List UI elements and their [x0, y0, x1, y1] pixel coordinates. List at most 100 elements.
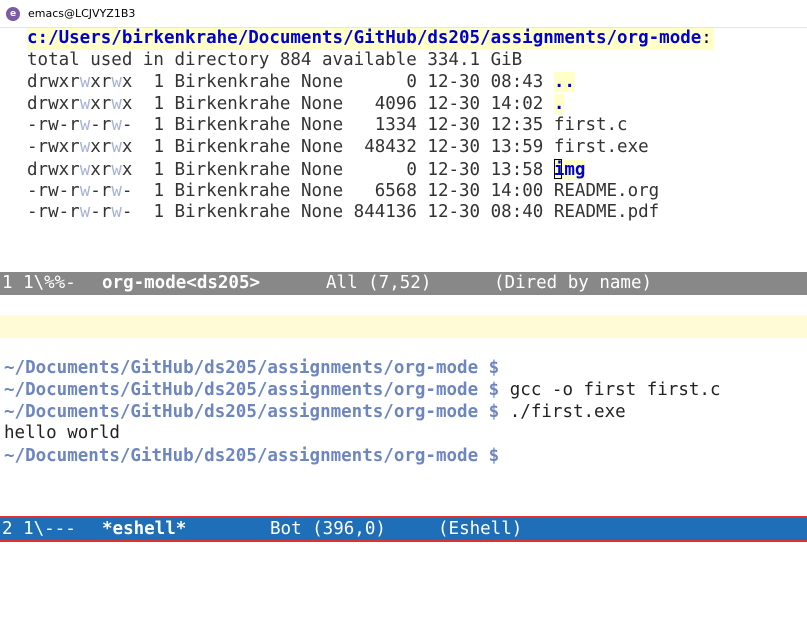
dired-header-colon: :	[701, 28, 712, 48]
text-cursor	[509, 445, 518, 465]
perm-part: w	[79, 115, 91, 136]
perm-part: w	[111, 115, 122, 136]
file-permissions: drwxrwxrwx	[27, 160, 132, 180]
modeline-position: All (7,52)	[326, 273, 432, 293]
file-permissions: -rw-rw-rw-	[27, 115, 132, 135]
perm-part: w	[79, 180, 91, 201]
eshell-prompt: ~/Documents/GitHub/ds205/assignments/org…	[4, 358, 479, 378]
perm-part: x	[121, 93, 133, 114]
perm-part: xr	[90, 159, 112, 180]
perm-part: w	[111, 159, 122, 180]
eshell-output: hello world	[4, 423, 120, 443]
file-permissions: -rw-rw-rw-	[27, 181, 132, 201]
text-cursor	[553, 158, 562, 179]
modeline-buffer-name[interactable]: org-mode<ds205>	[102, 273, 260, 295]
perm-part: x	[121, 159, 133, 180]
eshell-prompt-sign: $	[488, 380, 500, 400]
file-permissions: -rw-rw-rw-	[27, 202, 132, 222]
file-info: 1 Birkenkrahe None 48432 12-30 13:59	[132, 137, 554, 158]
highlight-line	[0, 315, 807, 338]
eshell-line: ~/Documents/GitHub/ds205/assignments/org…	[4, 358, 499, 380]
file-name[interactable]: first.c	[554, 115, 628, 135]
perm-part: w	[111, 180, 122, 201]
file-info: 1 Birkenkrahe None 6568 12-30 14:00	[132, 180, 554, 201]
perm-part: -r	[90, 180, 112, 201]
dired-entry[interactable]: drwxrwxrwx 1 Birkenkrahe None 0 12-30 13…	[27, 158, 586, 182]
eshell-prompt: ~/Documents/GitHub/ds205/assignments/org…	[4, 402, 479, 422]
perm-part: -rw-r	[27, 202, 80, 223]
file-permissions: drwxrwxrwx	[27, 72, 132, 92]
perm-part: drwxr	[27, 93, 80, 114]
perm-part: w	[111, 137, 122, 158]
file-name[interactable]: first.exe	[554, 137, 649, 157]
file-name[interactable]: README.pdf	[554, 202, 659, 222]
eshell-prompt-sign: $	[488, 402, 500, 422]
perm-part: w	[79, 93, 91, 114]
modeline-state: 1 1\%%-	[2, 273, 76, 293]
window-titlebar: e emacs@LCJVYZ1B3	[0, 0, 807, 28]
perm-part: -r	[90, 202, 112, 223]
dired-entry[interactable]: -rw-rw-rw- 1 Birkenkrahe None 844136 12-…	[27, 202, 659, 224]
modeline-state: 2 1\---	[2, 519, 76, 539]
eshell-current-line[interactable]: ~/Documents/GitHub/ds205/assignments/org…	[4, 445, 518, 468]
modeline-mode[interactable]: (Eshell)	[438, 519, 522, 541]
perm-part: -rw-r	[27, 115, 80, 136]
modeline-position: Bot (396,0)	[270, 519, 386, 539]
eshell-buffer[interactable]: ~/Documents/GitHub/ds205/assignments/org…	[0, 350, 807, 516]
dired-entry[interactable]: -rw-rw-rw- 1 Birkenkrahe None 1334 12-30…	[27, 115, 628, 137]
eshell-prompt: ~/Documents/GitHub/ds205/assignments/org…	[4, 380, 479, 400]
modeline-mode[interactable]: (Dired by name)	[494, 273, 652, 295]
emacs-icon: e	[6, 7, 20, 21]
modeline-eshell[interactable]: 2 1\--- *eshell* Bot (396,0) (Eshell)	[0, 516, 807, 542]
perm-part: drwxr	[27, 72, 80, 92]
window-title: emacs@LCJVYZ1B3	[28, 7, 136, 20]
perm-part: -rw-r	[27, 180, 80, 201]
eshell-line: ~/Documents/GitHub/ds205/assignments/org…	[4, 402, 626, 424]
dired-header: c:/Users/birkenkrahe/Documents/GitHub/ds…	[27, 28, 714, 50]
perm-part: w	[79, 137, 91, 158]
eshell-command: ./first.exe	[509, 402, 626, 422]
perm-part: xr	[90, 72, 112, 92]
dired-total-line: total used in directory 884 available 33…	[27, 50, 523, 70]
eshell-command: gcc -o first first.c	[509, 380, 721, 400]
eshell-prompt-sign: $	[488, 446, 500, 466]
eshell-line: ~/Documents/GitHub/ds205/assignments/org…	[4, 380, 720, 402]
perm-part: -	[121, 115, 133, 136]
minibuffer[interactable]	[0, 542, 807, 560]
file-name[interactable]: ..	[553, 72, 575, 92]
file-name[interactable]: .	[553, 93, 565, 114]
dired-entry[interactable]: -rw-rw-rw- 1 Birkenkrahe None 6568 12-30…	[27, 181, 659, 203]
file-info: 1 Birkenkrahe None 0 12-30 08:43	[132, 72, 554, 92]
file-permissions: -rwxrwxrwx	[27, 137, 132, 157]
dired-header-path: c:/Users/birkenkrahe/Documents/GitHub/ds…	[27, 28, 702, 48]
perm-part: -r	[90, 115, 112, 136]
eshell-prompt: ~/Documents/GitHub/ds205/assignments/org…	[4, 446, 479, 466]
perm-part: x	[121, 72, 133, 92]
perm-part: w	[111, 93, 122, 114]
perm-part: -	[121, 180, 133, 201]
perm-part: w	[111, 202, 122, 223]
perm-part: drwxr	[27, 159, 80, 180]
perm-part: xr	[90, 93, 112, 114]
file-name[interactable]: README.org	[554, 181, 659, 201]
file-info: 1 Birkenkrahe None 844136 12-30 08:40	[132, 202, 554, 223]
dired-entry[interactable]: drwxrwxrwx 1 Birkenkrahe None 0 12-30 08…	[27, 72, 575, 94]
modeline-buffer-name[interactable]: *eshell*	[102, 519, 186, 541]
file-info: 1 Birkenkrahe None 0 12-30 13:58	[132, 159, 554, 180]
perm-part: -	[121, 202, 133, 223]
dired-buffer[interactable]: c:/Users/birkenkrahe/Documents/GitHub/ds…	[0, 28, 807, 272]
perm-part: w	[79, 202, 91, 223]
file-info: 1 Birkenkrahe None 4096 12-30 14:02	[132, 93, 554, 114]
perm-part: w	[111, 72, 122, 92]
perm-part: w	[79, 159, 91, 180]
perm-part: xr	[90, 137, 112, 158]
modeline-dired[interactable]: 1 1\%%- org-mode<ds205> All (7,52) (Dire…	[0, 272, 807, 295]
perm-part: x	[121, 137, 133, 158]
eshell-prompt-sign: $	[488, 358, 500, 378]
perm-part: -rwxr	[27, 137, 80, 158]
dired-entry[interactable]: drwxrwxrwx 1 Birkenkrahe None 4096 12-30…	[27, 93, 565, 116]
file-permissions: drwxrwxrwx	[27, 94, 132, 114]
perm-part: w	[79, 72, 91, 92]
file-info: 1 Birkenkrahe None 1334 12-30 12:35	[132, 115, 554, 136]
dired-entry[interactable]: -rwxrwxrwx 1 Birkenkrahe None 48432 12-3…	[27, 137, 649, 159]
